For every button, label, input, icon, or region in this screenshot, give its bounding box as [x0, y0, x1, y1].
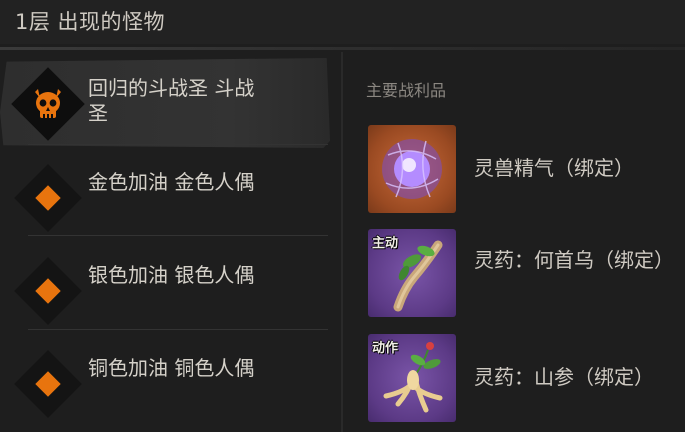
loot-item[interactable]: 动作 灵药：山参（绑定）: [366, 334, 685, 426]
ginseng-root-icon: 动作: [368, 334, 456, 422]
loot-item[interactable]: 灵兽精气（绑定）: [366, 125, 685, 217]
column-divider: [341, 52, 343, 432]
loot-section-title: 主要战利品: [366, 81, 447, 100]
orange-diamond-icon: [35, 278, 61, 304]
monster-name: 回归的斗战圣 斗战圣: [88, 76, 255, 125]
monster-icon-frame: [14, 164, 82, 232]
loot-name: 灵药：何首乌（绑定）: [474, 248, 674, 272]
skull-icon: [35, 89, 61, 118]
header-divider: [0, 47, 685, 50]
list-separator: [28, 144, 328, 145]
loot-name: 灵药：山参（绑定）: [474, 365, 654, 389]
orange-diamond-icon: [35, 185, 61, 211]
monster-list: 回归的斗战圣 斗战圣 金色加油 金色人偶 银色加油 银色人偶 铜色加油 铜色人偶: [0, 52, 340, 432]
monster-item[interactable]: 金色加油 金色人偶: [0, 152, 330, 242]
header-bar: 1层 出现的怪物: [0, 0, 685, 44]
monster-item[interactable]: 铜色加油 铜色人偶: [0, 338, 330, 428]
item-tag: 动作: [372, 341, 399, 356]
monster-name: 铜色加油 铜色人偶: [88, 356, 255, 380]
monster-icon-frame: [14, 257, 82, 325]
orange-diamond-icon: [35, 371, 61, 397]
monster-icon-frame: [11, 67, 85, 141]
list-separator: [28, 329, 328, 330]
monster-name: 银色加油 银色人偶: [88, 263, 255, 287]
page-title: 1层 出现的怪物: [15, 10, 166, 34]
monster-icon-frame: [14, 350, 82, 418]
heshouwu-root-icon: 主动: [368, 229, 456, 317]
purple-energy-orb-icon: [368, 125, 456, 213]
monster-name: 金色加油 金色人偶: [88, 170, 255, 194]
monster-item[interactable]: 银色加油 银色人偶: [0, 245, 330, 335]
item-tag: 主动: [372, 236, 399, 251]
list-separator: [28, 235, 328, 236]
monster-item-selected[interactable]: 回归的斗战圣 斗战圣: [0, 58, 330, 148]
loot-name: 灵兽精气（绑定）: [474, 156, 634, 180]
loot-item[interactable]: 主动 灵药：何首乌（绑定）: [366, 229, 685, 321]
